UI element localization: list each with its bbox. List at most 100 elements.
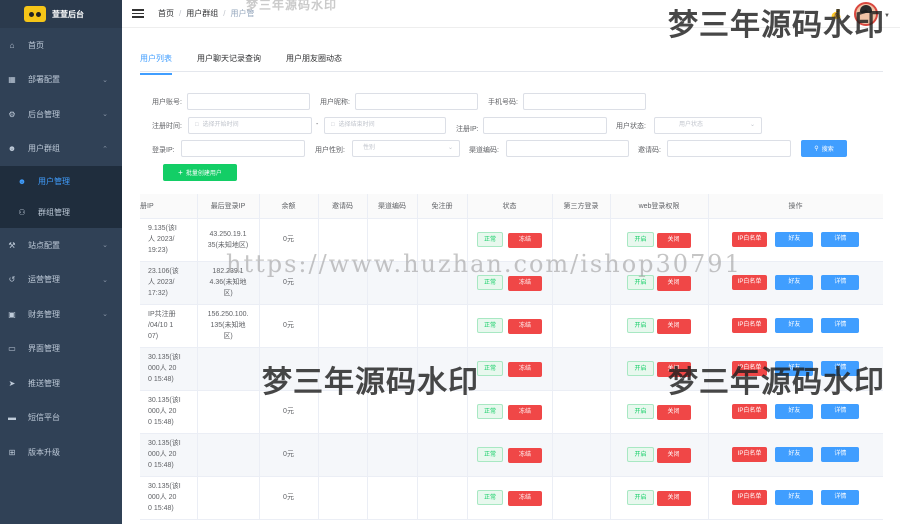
ip-whitelist-button[interactable]: IP白名单 (731, 232, 768, 247)
breadcrumb-home[interactable]: 首页 (158, 9, 174, 18)
friends-button[interactable]: 好友 (775, 232, 814, 247)
sidebar-item-label: 界面管理 (28, 344, 60, 354)
web-login-on-button[interactable]: 开启 (627, 360, 654, 376)
breadcrumb: 首页 / 用户群组 / 用户管 (158, 9, 255, 18)
web-login-off-button[interactable]: 关闭 (656, 447, 691, 463)
web-login-off-button[interactable]: 关闭 (656, 490, 691, 506)
sidebar-item-1[interactable]: ▦ 部署配置 ⌄ (0, 63, 122, 98)
sidebar-item-7[interactable]: ↺ 运营管理 ⌄ (0, 263, 122, 298)
details-button[interactable]: 详情 (821, 275, 860, 290)
tab-user-list[interactable]: 用户列表 (140, 50, 172, 75)
web-login-on-button[interactable]: 开启 (627, 231, 654, 247)
web-login-on-button[interactable]: 开启 (627, 317, 654, 333)
invite-input[interactable] (667, 140, 791, 157)
third-party-cell (552, 304, 611, 348)
cell-line: 人 2023/ (148, 236, 175, 243)
invite-label: 邀请码: (638, 147, 661, 154)
friends-button[interactable]: 好友 (775, 404, 814, 419)
status-normal-button[interactable]: 正常 (476, 403, 503, 419)
chevron-down-icon: ⌄ (102, 311, 108, 319)
sidebar-item-2[interactable]: ⚙ 后台管理 ⌄ (0, 97, 122, 132)
empty-cell (367, 433, 418, 477)
web-login-off-button[interactable]: 关闭 (656, 232, 691, 248)
sidebar-item-3[interactable]: ☻ 用户群组 ⌃ (0, 132, 122, 167)
friends-button[interactable]: 好友 (775, 490, 814, 505)
ip-whitelist-button[interactable]: IP白名单 (731, 490, 768, 505)
cell-line: 区) (223, 333, 233, 340)
login-ip-input[interactable] (181, 140, 305, 157)
nickname-input[interactable] (355, 93, 478, 110)
search-button[interactable]: ⚲ 搜索 (801, 140, 847, 157)
status-freeze-button[interactable]: 冻结 (508, 232, 542, 248)
chevron-down-icon: ⌄ (447, 145, 453, 151)
sidebar-item-4[interactable]: ☻ 用户管理 (0, 166, 122, 197)
phone-input[interactable] (523, 93, 646, 110)
account-input[interactable] (187, 93, 310, 110)
gender-select[interactable]: 性别 ⌄ (352, 140, 460, 157)
details-button[interactable]: 详情 (821, 490, 860, 505)
tab-moments[interactable]: 用户朋友圈动态 (286, 50, 342, 71)
search-button-label: 搜索 (821, 147, 834, 153)
batch-create-button[interactable]: + 批量创建用户 (163, 164, 237, 181)
login-ip-label: 登录IP: (152, 147, 175, 154)
status-normal-button[interactable]: 正常 (476, 360, 503, 376)
web-login-on-button[interactable]: 开启 (627, 403, 654, 419)
breadcrumb-group[interactable]: 用户群组 (186, 9, 218, 18)
hamburger-icon[interactable] (132, 7, 144, 20)
ip-whitelist-button[interactable]: IP白名单 (731, 447, 768, 462)
empty-cell (367, 476, 418, 520)
sidebar-item-8[interactable]: ▣ 财务管理 ⌄ (0, 297, 122, 332)
start-time-input[interactable]: □ 选择开始时间 (188, 117, 312, 134)
web-login-cell: 开启 关闭 (610, 476, 709, 520)
ip-whitelist-button[interactable]: IP白名单 (731, 318, 768, 333)
web-login-on-button[interactable]: 开启 (627, 446, 654, 462)
reg-ip-input[interactable] (483, 117, 607, 134)
details-button[interactable]: 详情 (821, 232, 860, 247)
cell-line: 43.250.19.1 (209, 230, 247, 238)
status-freeze-button[interactable]: 冻结 (508, 318, 542, 334)
status-freeze-button[interactable]: 冻结 (508, 447, 542, 463)
group-icon: ⚇ (18, 208, 26, 217)
sidebar-item-10[interactable]: ➤ 推送管理 (0, 366, 122, 401)
cell-line: 9.135(该I (148, 225, 177, 232)
friends-button[interactable]: 好友 (775, 318, 814, 333)
web-login-off-button[interactable]: 关闭 (656, 404, 691, 420)
sidebar-item-11[interactable]: ▬ 短信平台 (0, 401, 122, 436)
status-normal-button[interactable]: 正常 (476, 489, 503, 505)
sidebar-item-12[interactable]: ⊞ 版本升级 (0, 435, 122, 470)
ip-whitelist-button[interactable]: IP白名单 (731, 404, 768, 419)
web-login-off-button[interactable]: 关闭 (656, 318, 691, 334)
sidebar-item-0[interactable]: ⌂ 首页 (0, 28, 122, 63)
column-header: 操作 (708, 194, 883, 219)
calendar-icon: □ (331, 122, 335, 128)
friends-button[interactable]: 好友 (775, 447, 814, 462)
details-button[interactable]: 详情 (821, 447, 860, 462)
chevron-down-icon: ⌄ (102, 76, 108, 84)
channel-input[interactable] (506, 140, 629, 157)
sidebar-item-label: 短信平台 (28, 413, 60, 423)
status-freeze-button[interactable]: 冻结 (508, 361, 542, 377)
sidebar-item-9[interactable]: ▭ 界面管理 (0, 332, 122, 367)
brand[interactable]: 萱萱后台 (0, 0, 122, 28)
status-normal-button[interactable]: 正常 (476, 446, 503, 462)
friends-button[interactable]: 好友 (775, 275, 814, 290)
details-button[interactable]: 详情 (821, 318, 860, 333)
details-button[interactable]: 详情 (821, 404, 860, 419)
cell-line: 17:32) (148, 290, 168, 297)
sidebar-item-6[interactable]: ⚒ 站点配置 ⌄ (0, 228, 122, 263)
status-normal-button[interactable]: 正常 (476, 317, 503, 333)
column-header: 第三方登录 (552, 194, 611, 219)
gender-label: 用户性别: (315, 147, 345, 154)
sidebar-item-5[interactable]: ⚇ 群组管理 (0, 197, 122, 228)
status-select[interactable]: 用户状态 ⌄ (654, 117, 762, 134)
column-header: web登录权限 (610, 194, 709, 219)
empty-cell (367, 304, 418, 348)
tab-chat-records[interactable]: 用户聊天记录查询 (197, 50, 261, 71)
web-login-on-button[interactable]: 开启 (627, 489, 654, 505)
status-normal-button[interactable]: 正常 (476, 231, 503, 247)
status-freeze-button[interactable]: 冻结 (508, 404, 542, 420)
status-freeze-button[interactable]: 冻结 (508, 490, 542, 506)
cell-line: 30.135(该I (148, 440, 181, 447)
end-time-input[interactable]: □ 选择结束时间 (324, 117, 446, 134)
operations-group: IP白名单 好友 详情 (709, 490, 883, 505)
